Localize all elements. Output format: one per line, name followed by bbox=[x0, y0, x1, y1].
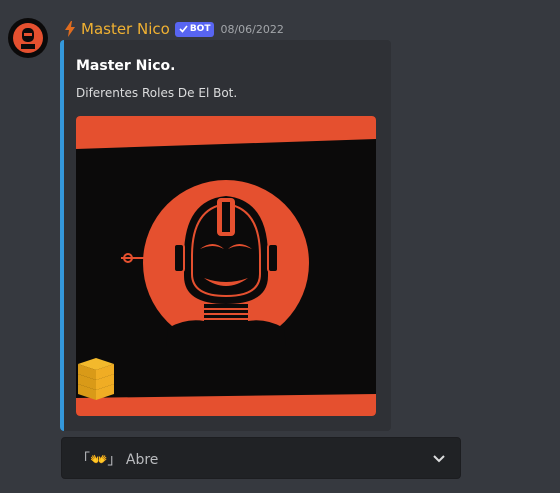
chevron-down-icon[interactable] bbox=[432, 451, 446, 465]
timestamp: 08/06/2022 bbox=[220, 22, 284, 36]
role-select-menu[interactable]: 「👐」 Abre bbox=[61, 437, 461, 479]
author-name[interactable]: Master Nico bbox=[81, 20, 170, 38]
chat-message: Master Nico BOT 08/06/2022 Master Nico. … bbox=[0, 0, 560, 493]
lightning-bolt-icon bbox=[65, 21, 75, 37]
avatar[interactable] bbox=[8, 18, 48, 58]
bot-badge-label: BOT bbox=[189, 24, 211, 34]
checkmark-icon bbox=[179, 25, 188, 33]
embed-description: Diferentes Roles De El Bot. bbox=[76, 86, 238, 100]
embed-image[interactable] bbox=[76, 116, 376, 416]
bot-badge: BOT bbox=[174, 21, 215, 37]
embed-title: Master Nico. bbox=[76, 58, 176, 74]
robot-logo-image bbox=[76, 116, 376, 416]
embed: Master Nico. Diferentes Roles De El Bot. bbox=[60, 40, 391, 431]
embed-accent-bar bbox=[60, 40, 64, 431]
select-menu-placeholder: 「👐」 Abre bbox=[76, 452, 159, 468]
message-header: Master Nico BOT 08/06/2022 bbox=[64, 18, 284, 40]
